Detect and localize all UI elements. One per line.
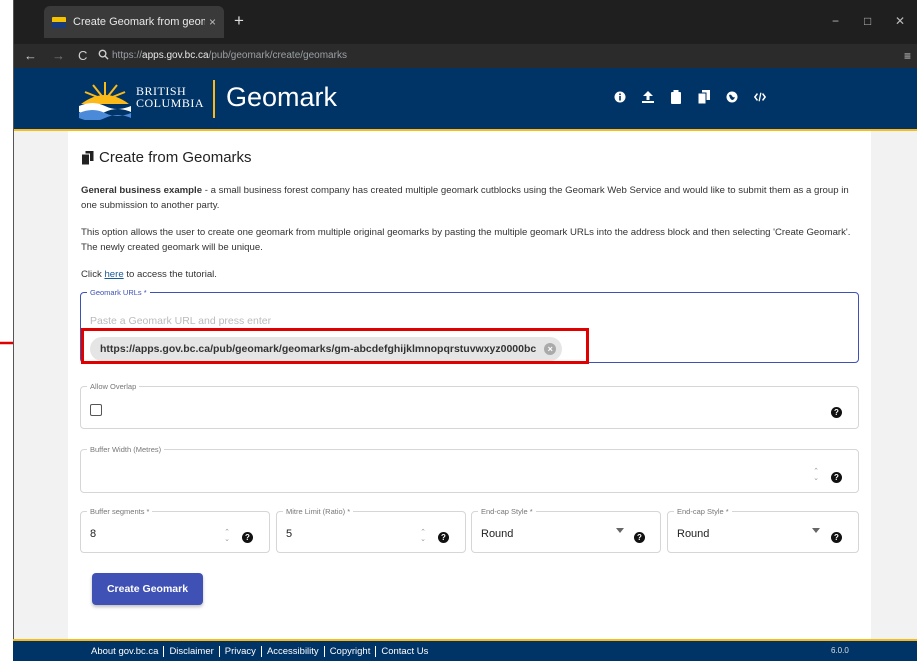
spin-down-glyph: ⌄ [813,475,819,482]
page-title-text: Create from Geomarks [99,149,252,166]
tab-bar: Create Geomark from geomarks × + − □ ✕ [14,0,917,44]
chevron-down-icon[interactable] [812,528,820,533]
header-toolbar [614,90,766,104]
info-icon[interactable] [614,90,626,104]
endcap-style-help-icon[interactable]: ? [634,532,645,543]
site-header: BRITISH COLUMBIA Geomark [14,68,917,131]
page-title: Create from Geomarks [81,149,252,166]
back-arrow-icon[interactable]: ← [24,48,37,63]
mitre-limit-input[interactable]: 5 [286,528,292,540]
footer-link-about[interactable]: About gov.bc.ca [91,646,165,657]
mitre-limit-label: Mitre Limit (Ratio) * [286,507,351,516]
chevron-down-icon[interactable] [616,528,624,533]
mitre-limit-spinner-icon[interactable]: ⌃ ⌄ [418,529,428,543]
url-host: apps.gov.bc.ca [142,50,209,61]
buffer-segments-label: Buffer segments * [90,507,150,516]
buffer-segments-spinner-icon[interactable]: ⌃ ⌄ [222,529,232,543]
tab-close-icon[interactable]: × [209,15,216,29]
copy-icon[interactable] [698,90,710,104]
buffer-segments-input[interactable]: 8 [90,528,96,540]
example-label: General business example [81,185,203,196]
buffer-segments-help-icon[interactable]: ? [242,532,253,543]
browser-tab[interactable]: Create Geomark from geomarks × [44,6,224,38]
upload-icon[interactable] [642,90,654,104]
geomark-urls-label: Geomark URLs * [90,288,147,297]
footer-link-contact[interactable]: Contact Us [376,646,433,657]
endcap-style-select[interactable]: Round [481,528,513,540]
buffer-width-label: Buffer Width (Metres) [90,445,162,454]
code-icon[interactable] [754,90,766,104]
header-divider [213,80,215,118]
bc-sun-logo-icon[interactable] [77,78,132,120]
create-geomark-button[interactable]: Create Geomark [92,573,203,605]
clipboard-icon[interactable] [670,90,682,104]
allow-overlap-checkbox[interactable] [90,404,102,416]
copy-icon [81,150,94,165]
tutorial-link[interactable]: here [104,269,123,280]
endcap-style-2-select[interactable]: Round [677,528,709,540]
buffer-width-help-icon[interactable]: ? [831,472,842,483]
url-input[interactable]: https://apps.gov.bc.ca/pub/geomark/creat… [112,50,347,61]
tutorial-paragraph: Click here to access the tutorial. [81,267,861,282]
highlight-box [81,328,589,364]
endcap-style-2-label: End-cap Style * [677,507,729,516]
footer-links: About gov.bc.ca Disclaimer Privacy Acces… [91,646,433,657]
allow-overlap-label: Allow Overlap [90,382,137,391]
maximize-button[interactable]: □ [864,14,871,28]
footer-link-privacy[interactable]: Privacy [220,646,262,657]
search-icon [98,49,109,60]
endcap-style-label: End-cap Style * [481,507,533,516]
screenshot: Create Geomark from geomarks × + − □ ✕ ←… [0,0,917,661]
logo-line2: COLUMBIA [136,96,205,110]
url-path: /pub/geomark/create/geomarks [208,50,347,61]
main-content: Create from Geomarks General business ex… [68,131,871,639]
reload-icon[interactable]: C [78,48,87,63]
spin-down-glyph: ⌄ [224,536,230,543]
tutorial-suffix: to access the tutorial. [123,269,217,280]
buffer-width-spinner-icon[interactable]: ⌃ ⌄ [811,468,821,482]
endcap-style-2-help-icon[interactable]: ? [831,532,842,543]
footer-link-accessibility[interactable]: Accessibility [262,646,325,657]
address-bar: ← → C https://apps.gov.bc.ca/pub/geomark… [14,44,917,68]
example-paragraph: General business example - a small busin… [81,183,861,213]
buffer-segments-field[interactable]: Buffer segments * [80,507,270,553]
mitre-limit-field[interactable]: Mitre Limit (Ratio) * [276,507,466,553]
tab-title: Create Geomark from geomarks [73,16,205,28]
app-version: 6.0.0 [831,646,849,655]
footer-link-disclaimer[interactable]: Disclaimer [164,646,220,657]
close-window-button[interactable]: ✕ [895,14,905,28]
geomark-url-input[interactable]: Paste a Geomark URL and press enter [90,315,271,327]
description-paragraph: This option allows the user to create on… [81,227,851,253]
spin-down-glyph: ⌄ [420,536,426,543]
globe-icon[interactable] [726,90,738,104]
tutorial-prefix: Click [81,269,105,280]
forward-arrow-icon[interactable]: → [52,48,65,63]
buffer-width-field[interactable]: Buffer Width (Metres) [80,445,859,493]
site-footer: About gov.bc.ca Disclaimer Privacy Acces… [13,639,917,661]
footer-link-copyright[interactable]: Copyright [325,646,377,657]
bc-logo-text: BRITISH COLUMBIA [136,85,204,109]
menu-icon[interactable]: ≡ [904,49,911,63]
bc-favicon-icon [52,16,66,28]
new-tab-button[interactable]: + [234,12,244,29]
mitre-limit-help-icon[interactable]: ? [438,532,449,543]
url-prefix: https:// [112,50,143,61]
allow-overlap-help-icon[interactable]: ? [831,407,842,418]
spin-up-glyph: ⌃ [813,468,819,475]
minimize-button[interactable]: − [832,14,839,28]
allow-overlap-field: Allow Overlap [80,382,859,429]
spin-up-glyph: ⌃ [420,529,426,536]
spin-up-glyph: ⌃ [224,529,230,536]
app-title: Geomark [226,82,338,112]
